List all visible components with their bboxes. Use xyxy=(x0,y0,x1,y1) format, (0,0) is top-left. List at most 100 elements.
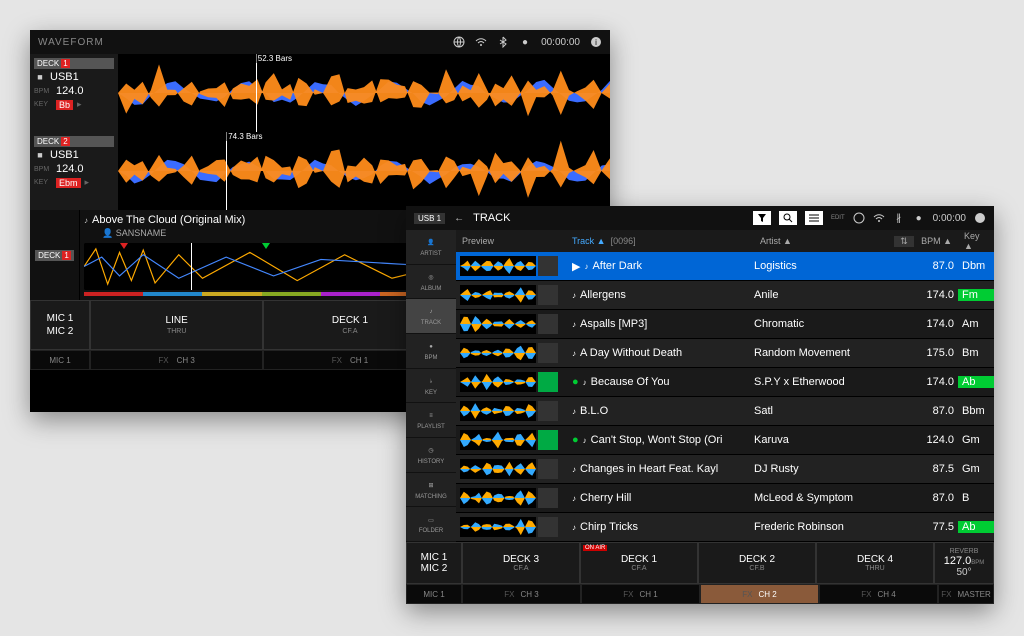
person-icon: 👤 xyxy=(102,228,113,238)
sidebar-item-album[interactable]: ◎ ALBUM xyxy=(406,265,456,300)
artist-name: SANSNAME xyxy=(116,228,167,238)
history-icon: ◷ xyxy=(425,445,437,457)
bpm-label: BPM xyxy=(34,166,52,173)
waveform-display[interactable]: 74.3 Bars xyxy=(118,132,610,210)
channel-cell[interactable]: ON AIR DECK 1 CF.A xyxy=(580,542,698,584)
source-label: USB1 xyxy=(50,71,79,83)
preview-waveform xyxy=(460,401,536,421)
filter-icon[interactable] xyxy=(753,211,771,225)
sidebar-item-matching[interactable]: ⊞ MATCHING xyxy=(406,473,456,508)
track-bpm: 174.0 xyxy=(914,318,958,330)
sidebar-item-bpm[interactable]: ● BPM xyxy=(406,334,456,369)
wifi-icon[interactable] xyxy=(873,212,885,224)
chevron-right-icon[interactable]: ▸ xyxy=(85,177,90,188)
track-title: Can't Stop, Won't Stop (Ori xyxy=(591,434,723,446)
track-key: Bbm xyxy=(958,405,994,417)
updown-icon[interactable]: ⇅ xyxy=(894,236,914,247)
search-icon[interactable] xyxy=(779,211,797,225)
bar-label: 74.3 Bars xyxy=(226,132,264,141)
track-row[interactable]: ♪B.L.O Satl 87.0 Bbm xyxy=(456,397,994,426)
track-row[interactable]: ♪Cherry Hill McLeod & Symptom 87.0 B xyxy=(456,484,994,513)
track-bpm: 87.0 xyxy=(914,260,958,272)
music-note-icon: ♪ xyxy=(572,291,576,300)
fx-cell[interactable]: FXCH 3 xyxy=(462,584,581,604)
col-key[interactable]: Key ▲ xyxy=(958,231,994,251)
channel-cell[interactable]: DECK 4 THRU xyxy=(816,542,934,584)
col-artist[interactable]: Artist ▲ xyxy=(754,236,894,246)
globe-icon[interactable] xyxy=(453,36,465,48)
fx-cell[interactable]: MIC 1 xyxy=(406,584,462,604)
info-icon[interactable] xyxy=(974,212,986,224)
fx-cell[interactable]: FXCH 4 xyxy=(819,584,938,604)
deck-badge: DECK2 xyxy=(34,136,114,147)
music-note-icon: ♪ xyxy=(84,216,88,225)
info-icon[interactable]: i xyxy=(590,36,602,48)
track-row[interactable]: ♪Allergens Anile 174.0 Fm xyxy=(456,281,994,310)
chevron-right-icon[interactable]: ▸ xyxy=(77,99,82,110)
svg-text:i: i xyxy=(595,38,597,47)
track-row[interactable]: ♪Aspalls [MP3] Chromatic 174.0 Am xyxy=(456,310,994,339)
cue-marker xyxy=(262,243,270,253)
preview-waveform xyxy=(460,430,536,450)
back-icon[interactable]: ← xyxy=(453,212,465,224)
deck1-now[interactable]: ♪ Above The Cloud (Original Mix) 01:49 👤… xyxy=(80,210,444,300)
fx-cell[interactable]: FXCH 2 xyxy=(700,584,819,604)
track-bpm: 124.0 xyxy=(914,434,958,446)
track-title: Because Of You xyxy=(591,376,670,388)
sidebar-item-history[interactable]: ◷ HISTORY xyxy=(406,438,456,473)
sidebar-label: HISTORY xyxy=(418,459,444,465)
track-title: Aspalls [MP3] xyxy=(580,318,647,330)
fx-cell[interactable]: MIC 1 xyxy=(30,350,90,370)
preview-waveform xyxy=(460,488,536,508)
deck-2-row: DECK2 ■USB1 BPM124.0 KEYEbm▸ 74.3 Bars xyxy=(30,132,610,210)
globe-icon[interactable] xyxy=(853,212,865,224)
channel-cell[interactable]: DECK 2 CF.B xyxy=(698,542,816,584)
preview-waveform xyxy=(460,517,536,537)
key-icon: ♭ xyxy=(425,376,437,388)
music-note-icon: ♪ xyxy=(572,407,576,416)
rec-icon[interactable]: ● xyxy=(913,212,925,224)
mini-waveform[interactable] xyxy=(84,243,439,290)
rec-icon[interactable]: ● xyxy=(519,36,531,48)
sidebar-label: TRACK xyxy=(421,320,441,326)
fx-cell[interactable]: FXCH 1 xyxy=(581,584,700,604)
col-bpm[interactable]: BPM ▲ xyxy=(914,236,958,246)
track-row[interactable]: ♪A Day Without Death Random Movement 175… xyxy=(456,339,994,368)
channel-cell[interactable]: DECK 3 CF.A xyxy=(462,542,580,584)
deck-1-meta: DECK1 ■USB1 BPM124.0 KEYBb▸ xyxy=(30,54,118,132)
bpm-icon: ● xyxy=(425,341,437,353)
track-row[interactable]: ●♪Can't Stop, Won't Stop (Ori Karuva 124… xyxy=(456,426,994,455)
sidebar-item-artist[interactable]: 👤 ARTIST xyxy=(406,230,456,265)
col-preview[interactable]: Preview xyxy=(456,236,566,246)
bluetooth-icon[interactable] xyxy=(497,36,509,48)
col-track[interactable]: Track ▲ [0096] xyxy=(566,236,754,246)
track-row[interactable]: ♪Changes in Heart Feat. Kayl DJ Rusty 87… xyxy=(456,455,994,484)
wifi-icon[interactable] xyxy=(475,36,487,48)
waveform-display[interactable]: 52.3 Bars xyxy=(118,54,610,132)
sidebar-item-folder[interactable]: ▭ FOLDER xyxy=(406,507,456,542)
track-title: Cherry Hill xyxy=(580,492,631,504)
track-artist: McLeod & Symptom xyxy=(754,492,894,504)
reverb-panel[interactable]: REVERB 127.0BPM 50° xyxy=(934,542,994,584)
sidebar-item-playlist[interactable]: ≡ PLAYLIST xyxy=(406,403,456,438)
channel-cell[interactable]: MIC 1 MIC 2 xyxy=(406,542,462,584)
track-row[interactable]: ♪Chirp Tricks Frederic Robinson 77.5 Ab xyxy=(456,513,994,542)
track-key: Bm xyxy=(958,347,994,359)
sidebar-item-track[interactable]: ♪ TRACK xyxy=(406,299,456,334)
track-key: Fm xyxy=(958,289,994,301)
fx-cell[interactable]: FXMASTER xyxy=(938,584,994,604)
channel-label: DECK 4 xyxy=(857,554,893,565)
fx-cell[interactable]: FXCH 3 xyxy=(90,350,263,370)
channel-label: DECK 1 xyxy=(621,554,657,565)
track-row[interactable]: ▶♪After Dark Logistics 87.0 Dbm xyxy=(456,252,994,281)
bar-label: 52.3 Bars xyxy=(256,54,294,63)
bluetooth-icon[interactable]: ∦ xyxy=(893,212,905,224)
usb-badge[interactable]: USB 1 xyxy=(414,213,445,224)
track-row[interactable]: ●♪Because Of You S.P.Y x Etherwood 174.0… xyxy=(456,368,994,397)
channel-cell[interactable]: LINE THRU xyxy=(90,300,263,350)
album-art xyxy=(538,285,558,305)
sidebar-item-key[interactable]: ♭ KEY xyxy=(406,369,456,404)
music-note-icon: ♪ xyxy=(583,378,587,387)
channel-cell[interactable]: MIC 1 MIC 2 xyxy=(30,300,90,350)
menu-icon[interactable] xyxy=(805,211,823,225)
